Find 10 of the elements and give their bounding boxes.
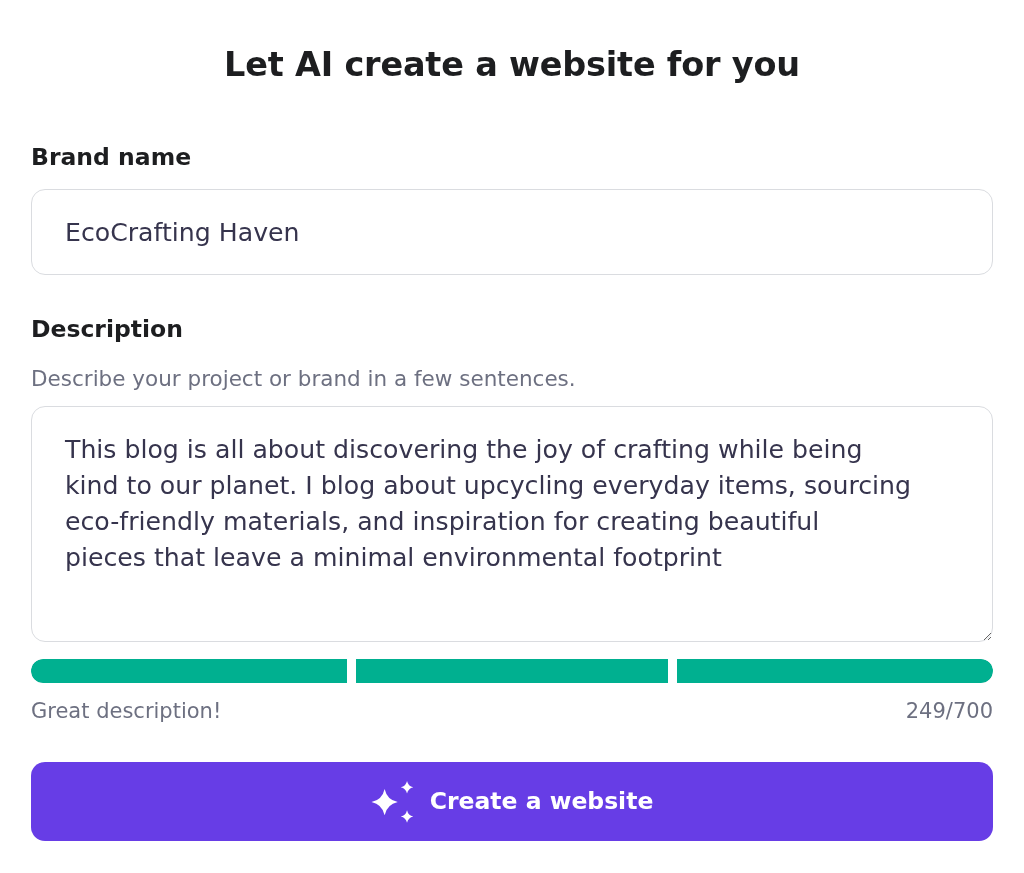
meter-feedback: Great description! [31, 699, 222, 723]
field-label: Brand name [31, 143, 193, 171]
sparkle-icon [370, 780, 414, 823]
brand-name-field[interactable]: EcoCrafting Haven [31, 189, 993, 275]
description-field[interactable]: This blog is all about discovering the joy of crafting while being kind to our planet. I blog about upcycling everyday items, sourcing eco-friendly materials, and inspiration for creating beautiful pieces that leave a minimal environmental footprint [31, 406, 993, 642]
create-website-button[interactable]: Create a website [31, 762, 993, 841]
field-hint: Describe your project or brand in a few sentences. [31, 367, 577, 391]
character-counter: 249/700 [905, 699, 993, 723]
page-title: Let AI create a website for you [223, 44, 801, 86]
field-label: Description [31, 315, 184, 343]
